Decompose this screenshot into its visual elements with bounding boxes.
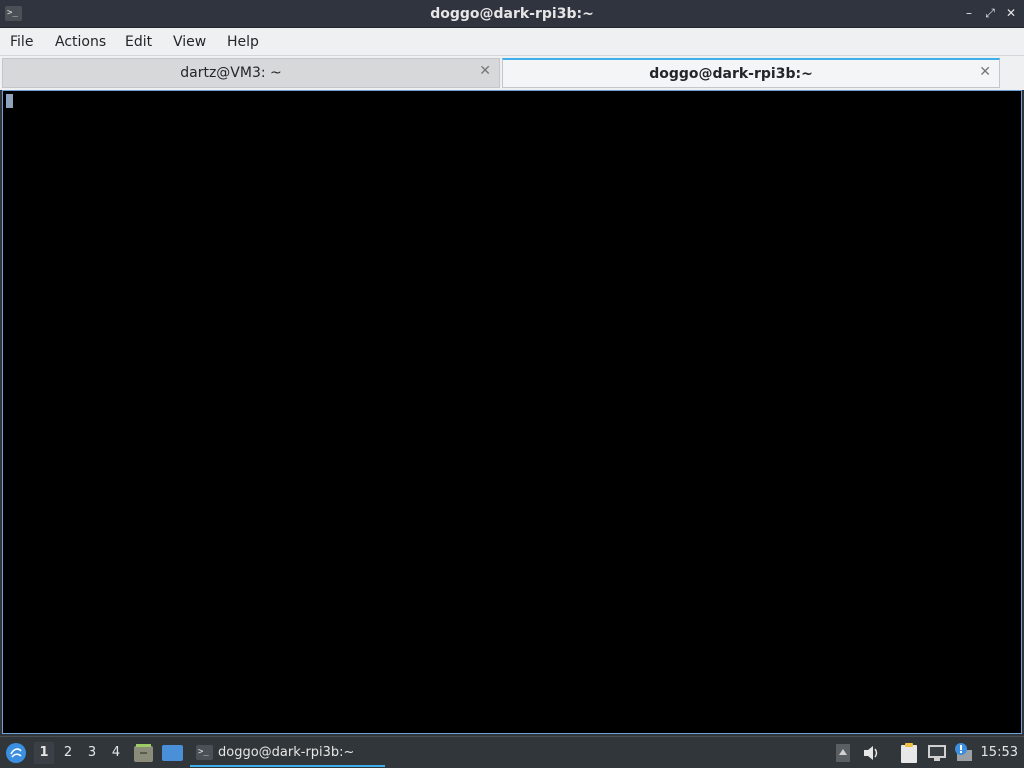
taskbar-task-terminal[interactable]: >_ doggo@dark-rpi3b:~ (190, 739, 385, 767)
network-icon[interactable] (927, 744, 947, 766)
tab-close-icon[interactable]: ✕ (979, 64, 991, 80)
show-desktop-icon[interactable] (162, 744, 183, 766)
taskbar: 1 2 3 4 >_ doggo@dark-rpi3b:~ 15:53 (0, 736, 1024, 768)
tray-arrow-icon[interactable] (836, 744, 850, 766)
tab-doggo-rpi3b[interactable]: doggo@dark-rpi3b:~ ✕ (502, 58, 1000, 88)
menu-view[interactable]: View (173, 34, 206, 50)
menu-help[interactable]: Help (227, 34, 259, 50)
minimize-button[interactable]: – (961, 5, 977, 21)
terminal-area[interactable] (2, 90, 1022, 734)
close-button[interactable]: ✕ (1003, 5, 1019, 21)
text-cursor (6, 94, 13, 108)
notification-icon[interactable] (953, 742, 973, 766)
workspace-3[interactable]: 3 (82, 745, 102, 760)
workspace-1[interactable]: 1 (34, 742, 54, 764)
menu-actions[interactable]: Actions (55, 34, 106, 50)
file-manager-icon[interactable] (133, 743, 154, 767)
tab-close-icon[interactable]: ✕ (479, 63, 491, 79)
clock[interactable]: 15:53 (981, 745, 1018, 760)
terminal-window: >_ doggo@dark-rpi3b:~ – ⤢ ✕ File Actions… (0, 0, 1024, 736)
menu-file[interactable]: File (10, 34, 33, 50)
tab-bar: dartz@VM3: ~ ✕ doggo@dark-rpi3b:~ ✕ (0, 56, 1024, 90)
restore-button[interactable]: ⤢ (982, 5, 998, 21)
workspace-4[interactable]: 4 (106, 745, 126, 760)
menu-edit[interactable]: Edit (125, 34, 152, 50)
title-bar[interactable]: >_ doggo@dark-rpi3b:~ – ⤢ ✕ (0, 0, 1024, 28)
terminal-icon: >_ (196, 745, 213, 760)
menu-bar: File Actions Edit View Help (0, 28, 1024, 56)
tab-label: dartz@VM3: ~ (180, 65, 282, 81)
volume-icon[interactable] (863, 745, 881, 765)
tab-label: doggo@dark-rpi3b:~ (649, 66, 813, 82)
app-launcher-icon[interactable] (5, 742, 27, 768)
window-title: doggo@dark-rpi3b:~ (430, 6, 594, 22)
workspace-2[interactable]: 2 (58, 745, 78, 760)
clipboard-icon[interactable] (899, 742, 919, 768)
task-label: doggo@dark-rpi3b:~ (218, 745, 355, 760)
tab-dartz-vm3[interactable]: dartz@VM3: ~ ✕ (2, 58, 500, 88)
